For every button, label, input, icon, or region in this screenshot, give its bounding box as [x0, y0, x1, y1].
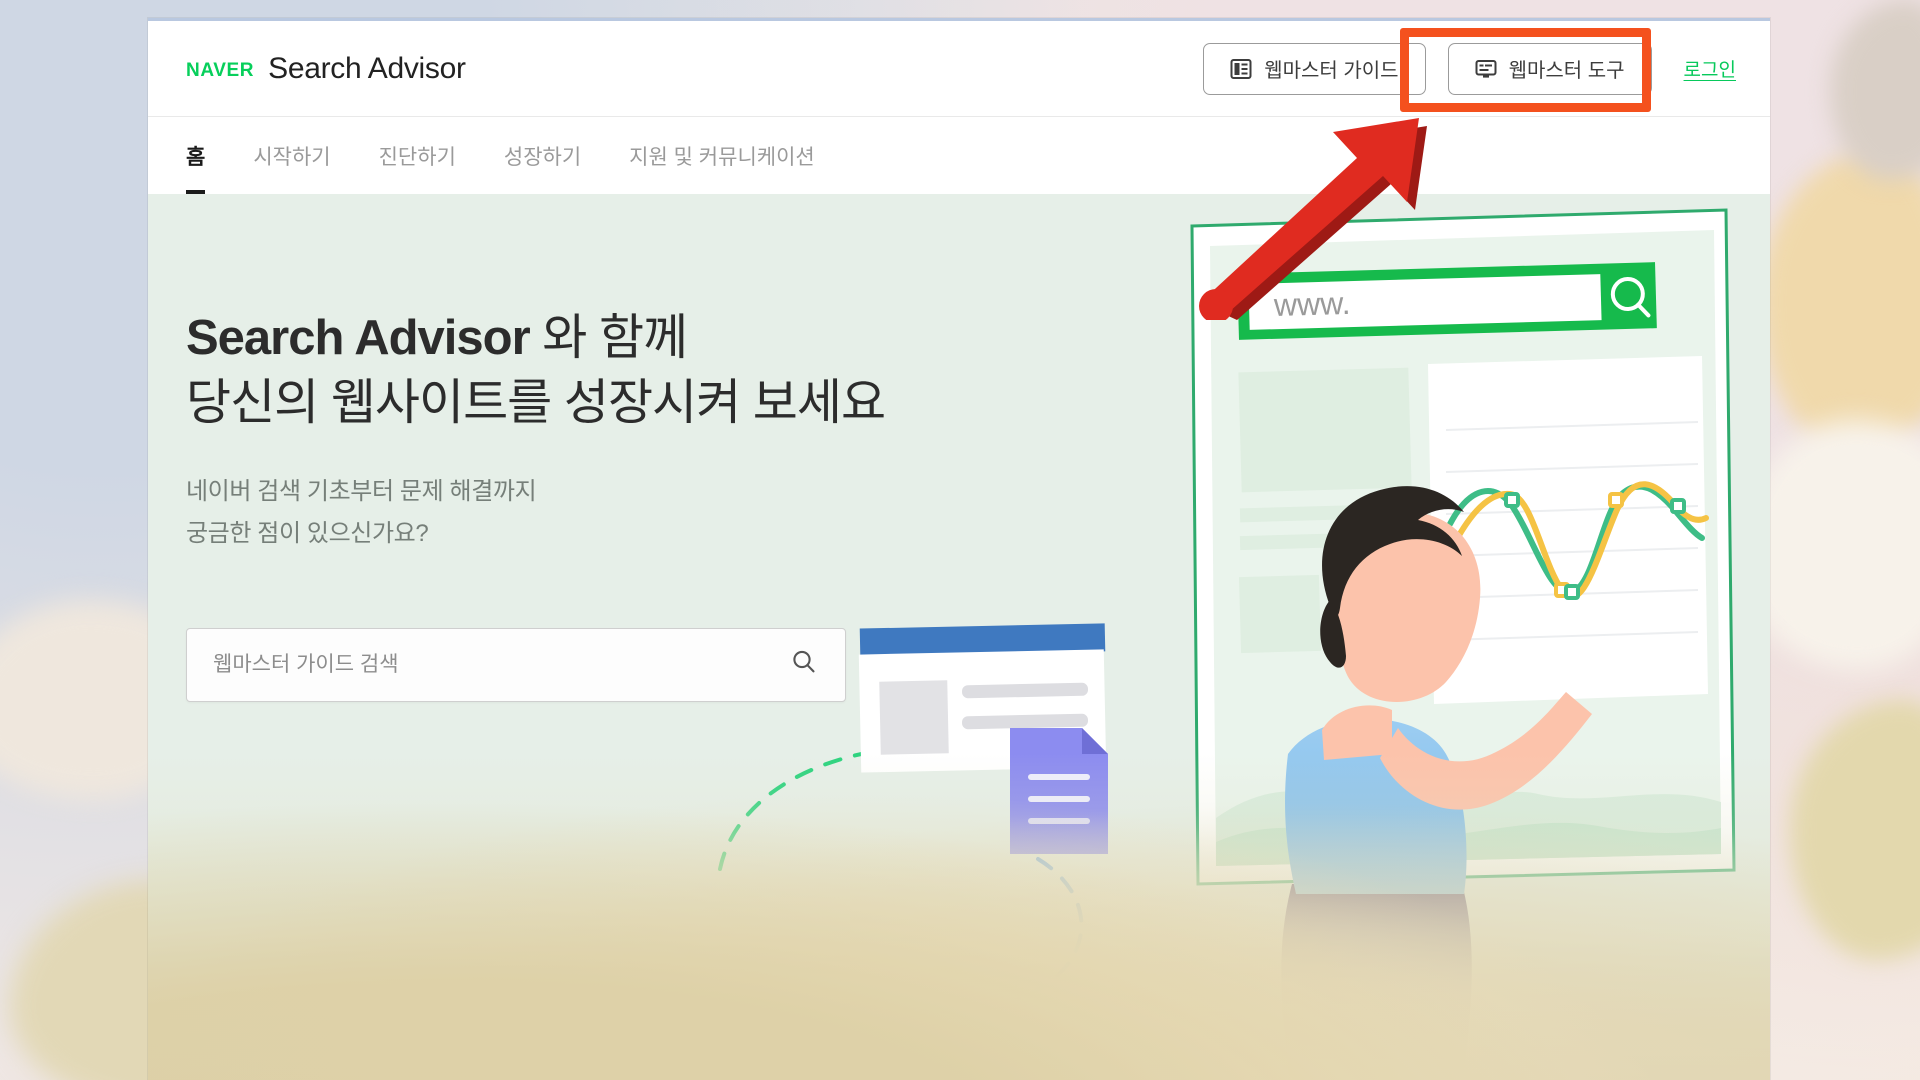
nav-item-diagnose[interactable]: 진단하기: [379, 117, 456, 195]
monitor-list-icon: [1475, 58, 1497, 80]
magnifier-icon[interactable]: [789, 647, 819, 682]
webmaster-guide-button[interactable]: 웹마스터 가이드: [1203, 42, 1426, 95]
hero-subtitle: 네이버 검색 기초부터 문제 해결까지 궁금한 점이 있으신가요?: [186, 471, 885, 554]
list-panel-icon: [1230, 58, 1252, 80]
hero-subtitle-line1: 네이버 검색 기초부터 문제 해결까지: [186, 478, 537, 506]
guide-search-box[interactable]: [186, 627, 846, 702]
nav-item-home[interactable]: 홈: [186, 117, 206, 195]
header-actions: 웹마스터 가이드 웹마스터 도구 로그인: [1203, 42, 1736, 95]
illustration-bottom-fade: [850, 814, 1770, 1080]
webmaster-tools-label: 웹마스터 도구: [1508, 60, 1625, 82]
browser-url-bar: www.: [1237, 262, 1657, 340]
search-input[interactable]: [213, 652, 789, 677]
browser-page: NAVER Search Advisor 웹마스터 가이드 웹마스터 도구 로그…: [148, 18, 1770, 1080]
naver-logo: NAVER: [186, 59, 255, 81]
brand-logo-group[interactable]: NAVER Search Advisor: [186, 52, 466, 86]
hero-headline-line1: Search Advisor 와 함께: [186, 306, 885, 371]
hero-illustration: www.: [850, 208, 1770, 1080]
hero-subtitle-line2: 궁금한 점이 있으신가요?: [186, 519, 429, 547]
webmaster-guide-label: 웹마스터 가이드: [1264, 60, 1399, 82]
browser-url-text: www.: [1272, 285, 1350, 323]
hero-headline-line2: 당신의 웹사이트를 성장시켜 보세요: [186, 375, 886, 430]
hero-section: Search Advisor 와 함께 당신의 웹사이트를 성장시켜 보세요 네…: [148, 194, 1770, 1080]
hero-headline-tail: 와 함께: [529, 311, 688, 365]
nav-item-support[interactable]: 지원 및 커뮤니케이션: [629, 117, 815, 195]
hero-copy: Search Advisor 와 함께 당신의 웹사이트를 성장시켜 보세요 네…: [186, 306, 886, 702]
nav-item-grow[interactable]: 성장하기: [504, 117, 581, 195]
webmaster-tools-button[interactable]: 웹마스터 도구: [1447, 42, 1652, 95]
site-header: NAVER Search Advisor 웹마스터 가이드 웹마스터 도구 로그…: [148, 21, 1770, 116]
nav-item-start[interactable]: 시작하기: [253, 117, 330, 195]
hero-headline-brand: Search Advisor: [186, 311, 531, 365]
login-link[interactable]: 로그인: [1684, 55, 1736, 82]
chart-illustration: [1428, 356, 1709, 704]
page-title: Search Advisor: [268, 51, 466, 85]
main-navigation: 홈 시작하기 진단하기 성장하기 지원 및 커뮤니케이션: [148, 116, 1770, 195]
